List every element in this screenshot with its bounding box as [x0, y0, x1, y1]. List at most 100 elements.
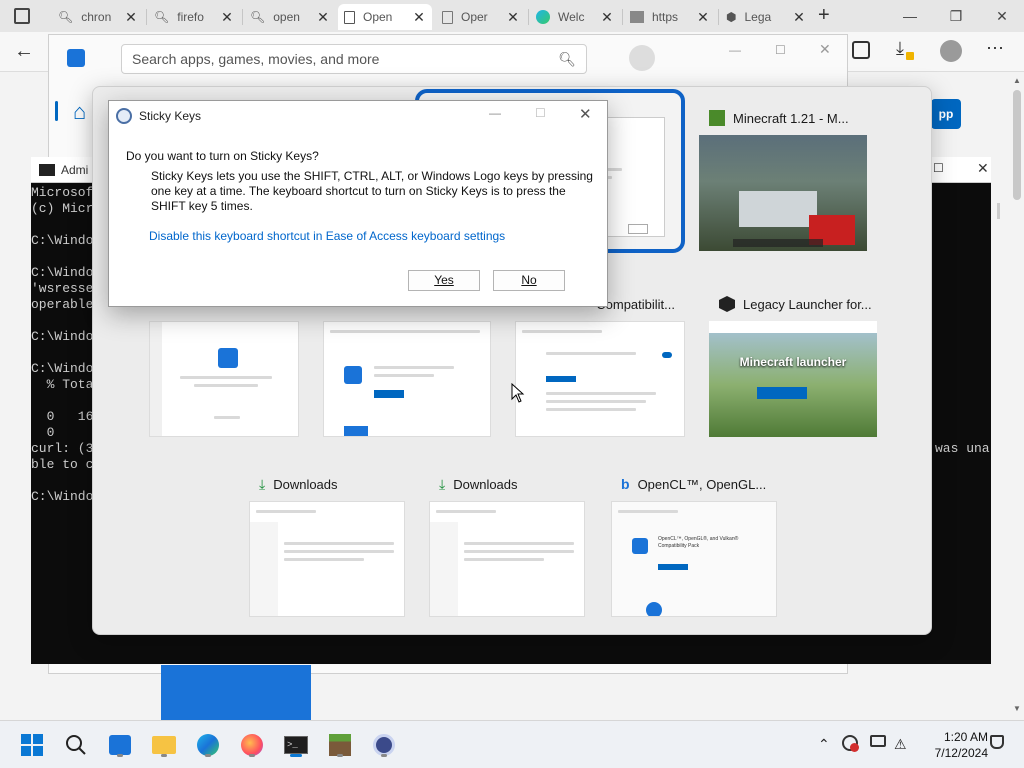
disable-shortcut-link[interactable]: Disable this keyboard shortcut in Ease o…: [149, 229, 505, 243]
tab-7[interactable]: ⬢ Lega ✕: [720, 4, 812, 30]
bing-icon: b: [621, 476, 630, 492]
close-tab-icon[interactable]: ✕: [792, 9, 806, 26]
restore-button[interactable]: ❐: [934, 4, 978, 28]
dialog-maximize-button[interactable]: ☐: [535, 106, 546, 120]
cmd-output-line: operable: [31, 297, 94, 312]
minimize-button[interactable]: —: [888, 4, 932, 28]
sticky-keys-dialog: Sticky Keys — ☐ ✕ Do you want to turn on…: [108, 100, 608, 307]
close-tab-icon[interactable]: ✕: [220, 9, 234, 26]
thumbnail-compatibility[interactable]: Compatibilit...: [515, 287, 685, 437]
mini-toggle: [662, 352, 672, 358]
store-icon[interactable]: [106, 731, 134, 759]
close-tab-icon[interactable]: ✕: [506, 9, 520, 26]
collections-icon[interactable]: [852, 41, 870, 59]
scroll-up-arrow-icon[interactable]: ▲: [1013, 76, 1021, 85]
page-scrollbar[interactable]: ▲ ▼: [1010, 72, 1024, 720]
thumbnail-opencl[interactable]: b OpenCL™, OpenGL... OpenCL™, OpenGL®, a…: [611, 467, 777, 617]
settings-icon[interactable]: [370, 731, 398, 759]
thumbnail-legacy-launcher[interactable]: Legacy Launcher for... Minecraft launche…: [709, 287, 877, 437]
tab-3-active[interactable]: Open ✕: [338, 4, 432, 30]
search-placeholder: Search apps, games, movies, and more: [132, 51, 380, 67]
tab-4[interactable]: Oper ✕: [436, 4, 526, 30]
mini-button: [757, 387, 807, 399]
scrollbar-thumb[interactable]: [1013, 90, 1021, 200]
search-icon: 🔍︎: [250, 10, 266, 24]
thumbnail-minecraft[interactable]: Minecraft 1.21 - M...: [699, 101, 867, 251]
downloads-icon[interactable]: ⤓: [896, 38, 904, 59]
close-tab-icon[interactable]: ✕: [600, 9, 614, 26]
more-menu-icon[interactable]: ⋯: [986, 38, 1004, 59]
nav-indicator: [55, 101, 58, 121]
browser-tab-bar: 🔍︎ chron ✕ 🔍︎ firefo ✕ 🔍︎ open ✕ Open ✕ …: [0, 0, 1024, 32]
store-close-button[interactable]: ✕: [819, 41, 831, 58]
mini-button: [658, 564, 688, 570]
thumbnail-downloads-2[interactable]: ⤓ Downloads: [429, 467, 585, 617]
tab-1[interactable]: 🔍︎ firefo ✕: [148, 4, 240, 30]
store-maximize-button[interactable]: ☐: [775, 43, 786, 57]
tab-6[interactable]: https ✕: [624, 4, 716, 30]
mini-sidebar: [430, 522, 458, 616]
scroll-down-arrow-icon[interactable]: ▼: [1013, 704, 1021, 713]
alert-badge: [850, 743, 859, 752]
thumbnail-edge-2[interactable]: [323, 287, 491, 437]
store-icon: [67, 49, 85, 67]
edge-icon[interactable]: [194, 731, 222, 759]
terminal-icon[interactable]: >_: [282, 731, 310, 759]
cmd-maximize-button[interactable]: ☐: [933, 161, 944, 175]
monitor-icon[interactable]: [870, 735, 888, 753]
minecraft-icon[interactable]: [326, 731, 354, 759]
dialog-minimize-button[interactable]: —: [489, 106, 501, 120]
windows-start-icon[interactable]: [18, 731, 46, 759]
network-disconnected-icon[interactable]: ⚠: [894, 735, 912, 753]
thumbnail-preview: [323, 321, 491, 437]
store-minimize-button[interactable]: —: [729, 43, 741, 57]
cmd-output-line: C:\Windo: [31, 329, 94, 344]
store-search-input[interactable]: Search apps, games, movies, and more 🔍︎: [121, 44, 587, 74]
close-window-button[interactable]: ✕: [980, 4, 1024, 28]
cmd-close-button[interactable]: ✕: [977, 160, 989, 177]
new-tab-button[interactable]: +: [818, 4, 830, 27]
home-icon[interactable]: ⌂: [73, 99, 86, 125]
close-tab-icon[interactable]: ✕: [316, 9, 330, 26]
chevron-up-icon[interactable]: ⌃: [818, 735, 836, 753]
account-icon[interactable]: [629, 45, 655, 71]
close-tab-icon[interactable]: ✕: [696, 9, 710, 26]
cmd-icon: [39, 164, 55, 176]
notifications-icon[interactable]: [990, 735, 1008, 753]
close-tab-icon[interactable]: ✕: [124, 9, 138, 26]
tab-actions-icon[interactable]: [14, 8, 30, 24]
no-button[interactable]: No: [493, 270, 565, 291]
thumbnail-downloads-1[interactable]: ⤓ Downloads: [249, 467, 405, 617]
tab-2[interactable]: 🔍︎ open ✕: [244, 4, 336, 30]
yes-button[interactable]: Yes: [408, 270, 480, 291]
thumbnail-preview: Minecraft launcher: [709, 321, 877, 437]
back-arrow-icon[interactable]: ←: [14, 40, 34, 63]
mini-no-button: [628, 224, 648, 234]
mini-app-icon: [218, 348, 238, 368]
mini-app-icon: [344, 426, 368, 436]
dialog-title-bar: Sticky Keys — ☐ ✕: [109, 101, 607, 131]
cmd-output-line: was una: [935, 441, 990, 456]
thumbnail-title: Downloads: [273, 476, 338, 492]
store-action-button[interactable]: pp: [931, 99, 961, 129]
clock[interactable]: 1:20 AM 7/12/2024: [920, 729, 988, 761]
dialog-close-button[interactable]: ✕: [579, 105, 592, 123]
mini-sidebar: [250, 522, 278, 616]
sync-icon[interactable]: [842, 735, 860, 753]
cmd-output-line: 0 16: [31, 409, 94, 424]
tab-label: Lega: [744, 10, 772, 24]
firefox-icon[interactable]: [238, 731, 266, 759]
close-tab-icon[interactable]: ✕: [412, 9, 426, 26]
preview-title: OpenCL™, OpenGL®, and Vulkan® Compatibil…: [658, 536, 739, 549]
file-explorer-icon[interactable]: [150, 731, 178, 759]
document-icon: [344, 10, 355, 24]
thumbnail-edge-1[interactable]: [149, 287, 299, 437]
profile-avatar[interactable]: [940, 40, 962, 62]
cmd-scrollbar-thumb[interactable]: [997, 203, 1000, 219]
tab-5[interactable]: Welc ✕: [530, 4, 620, 30]
cmd-output-line: C:\Windo: [31, 265, 94, 280]
tab-label: firefo: [177, 10, 204, 24]
thumbnail-title: OpenCL™, OpenGL...: [637, 476, 767, 492]
tab-0[interactable]: 🔍︎ chron ✕: [52, 4, 144, 30]
search-icon[interactable]: [62, 731, 90, 759]
